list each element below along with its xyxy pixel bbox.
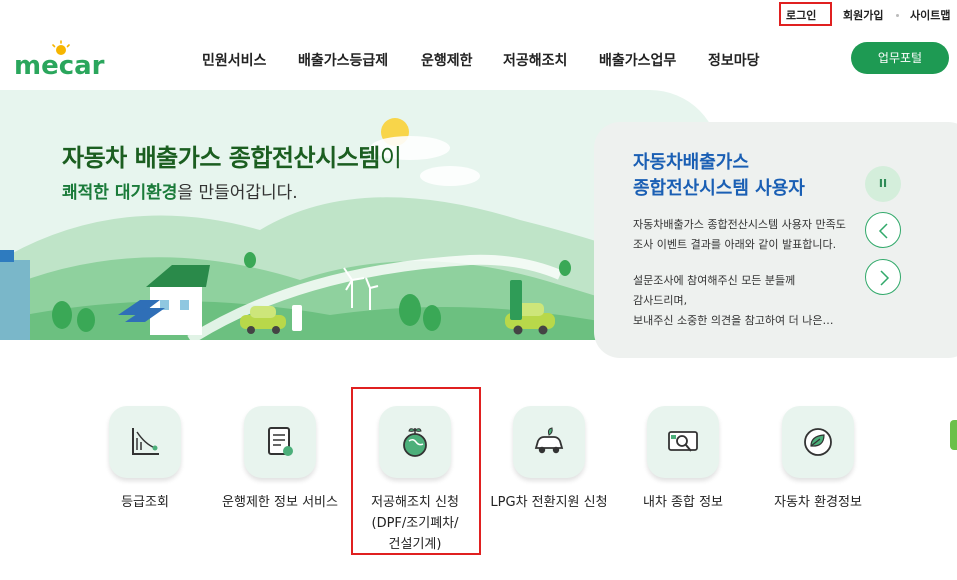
- quick-menu-label: 등급조회: [121, 495, 169, 510]
- next-button[interactable]: [865, 259, 901, 295]
- pause-button[interactable]: II: [865, 166, 901, 202]
- side-tab[interactable]: [950, 420, 957, 450]
- notice-paragraph: 설문조사에 참여해주신 모든 분들께 감사드리며, 보내주신 소중한 의견을 참…: [633, 274, 834, 327]
- mecar-logo[interactable]: mecar: [14, 40, 118, 80]
- quick-menu-label: LPG차 전환지원 신청: [490, 495, 608, 510]
- quick-menu-lpg-conversion[interactable]: LPG차 전환지원 신청: [474, 406, 624, 513]
- nav-civil-service[interactable]: 민원서비스: [202, 50, 266, 70]
- login-highlight-box: [779, 2, 832, 26]
- notice-paragraph: 자동차배출가스 종합전산시스템 사용자 만족도 조사 이벤트 결과를 아래와 같…: [633, 218, 846, 251]
- work-portal-button[interactable]: 업무포털: [851, 42, 949, 74]
- nav-low-emission[interactable]: 저공해조치: [503, 50, 567, 70]
- quick-menu-my-car-info[interactable]: 내차 종합 정보: [608, 406, 758, 513]
- prev-button[interactable]: [865, 212, 901, 248]
- quick-menu-label: 운행제한 정보 서비스: [222, 495, 338, 510]
- quick-menu-car-environment[interactable]: 자동차 환경정보: [743, 406, 893, 513]
- chevron-left-icon: [878, 223, 888, 239]
- quick-menu-tile[interactable]: [109, 406, 181, 478]
- logo-text: mecar: [14, 51, 105, 80]
- hero-subtitle: 쾌적한 대기환경을 만들어갑니다.: [62, 183, 298, 203]
- nav-emission-grade[interactable]: 배출가스등급제: [298, 50, 388, 70]
- quick-menu-label: 내차 종합 정보: [642, 495, 724, 510]
- separator-dot: [896, 14, 899, 17]
- nav-emission-work[interactable]: 배출가스업무: [599, 50, 676, 70]
- quick-menu-driving-info[interactable]: 운행제한 정보 서비스: [205, 406, 355, 513]
- eco-car-icon: [534, 427, 564, 454]
- car-search-icon: [668, 431, 698, 452]
- nav-driving-restriction[interactable]: 운행제한: [421, 50, 473, 70]
- quick-menu-tile[interactable]: [244, 406, 316, 478]
- ev-charger-icon: [510, 280, 522, 320]
- nav-info-square[interactable]: 정보마당: [708, 50, 760, 70]
- ev-charger-icon: [292, 305, 302, 331]
- join-link[interactable]: 회원가입: [843, 7, 883, 23]
- hero-title: 자동차 배출가스 종합전산시스템이: [62, 144, 402, 172]
- leaf-car-icon: [804, 428, 832, 456]
- quick-menu-tile[interactable]: [647, 406, 719, 478]
- notice-title[interactable]: 자동차배출가스 종합전산시스템 사용자: [633, 150, 805, 202]
- quick-menu-grade[interactable]: 등급조회: [70, 406, 220, 513]
- sitemap-link[interactable]: 사이트맵: [910, 7, 950, 23]
- quick-menu-label: 자동차 환경정보: [774, 495, 862, 510]
- chevron-right-icon: [880, 270, 890, 286]
- document-check-icon: [268, 427, 293, 456]
- grade-chart-icon: [132, 428, 159, 455]
- building-icon: [0, 260, 30, 340]
- quick-menu-tile[interactable]: [513, 406, 585, 478]
- utility-bar: 로그인 회원가입 사이트맵: [0, 0, 957, 30]
- highlight-box: [351, 387, 481, 555]
- quick-menu-tile[interactable]: [782, 406, 854, 478]
